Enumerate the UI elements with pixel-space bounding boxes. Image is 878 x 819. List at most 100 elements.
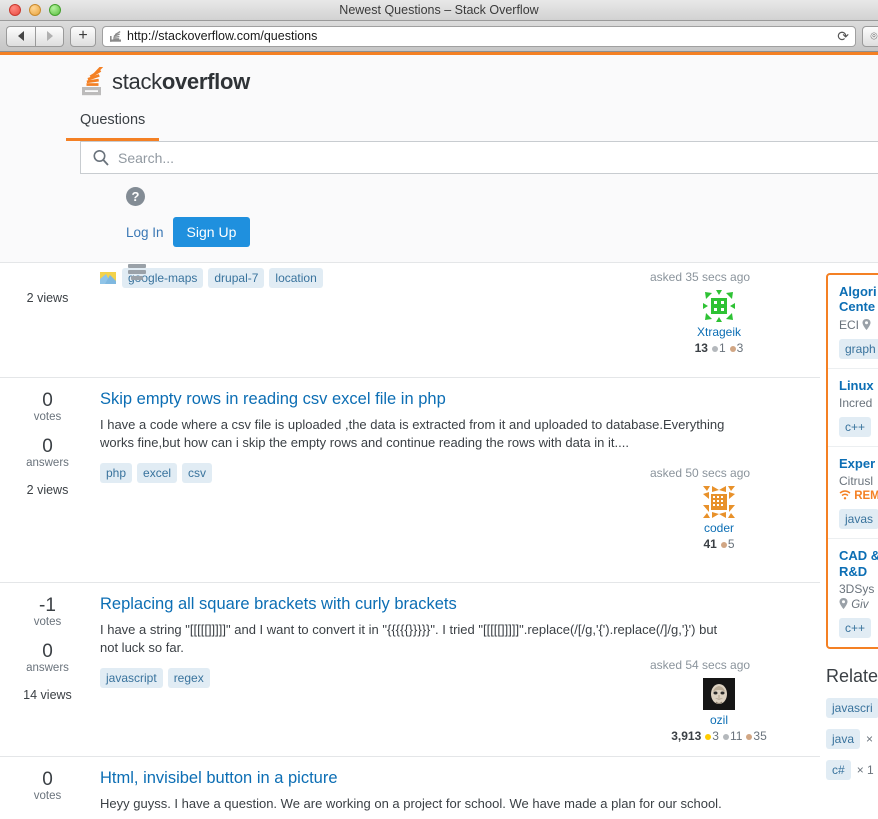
- job-title[interactable]: CAD & R&D: [839, 548, 878, 579]
- vote-count: 0: [42, 769, 53, 790]
- question-author: asked 35 secs ago Xtrageik 13 1 3: [644, 270, 794, 355]
- tag[interactable]: drupal-7: [208, 268, 265, 288]
- browser-window: Newest Questions – Stack Overflow + http…: [0, 0, 878, 819]
- tag[interactable]: php: [100, 462, 133, 483]
- nav-tab-questions[interactable]: Questions: [65, 112, 160, 141]
- avatar[interactable]: [703, 678, 735, 710]
- job-title[interactable]: Linux: [839, 378, 878, 393]
- job-remote-label: REM: [854, 490, 878, 503]
- page-favicon-icon: [110, 30, 121, 42]
- author-name[interactable]: coder: [644, 521, 794, 535]
- question-row[interactable]: -1 votes 0 answers 14 views Replacing al…: [0, 583, 820, 757]
- sidebar: Algori Cente ECI graph Linux Incred c++ …: [820, 263, 878, 818]
- login-button[interactable]: Log In: [126, 225, 164, 240]
- back-arrow-icon: [18, 31, 24, 41]
- tag[interactable]: c++: [839, 617, 872, 638]
- close-window-button[interactable]: [9, 4, 21, 16]
- job-listing[interactable]: CAD & R&D 3DSys Giv c++: [828, 539, 878, 647]
- signup-button[interactable]: Sign Up: [172, 217, 251, 247]
- question-row[interactable]: 0 votes 0 answers 2 views Skip empty row…: [0, 378, 820, 583]
- silver-badge-count: 11: [729, 729, 743, 743]
- url-text: http://stackoverflow.com/questions: [127, 29, 318, 43]
- tag[interactable]: c++: [839, 416, 872, 437]
- tag[interactable]: java: [826, 728, 861, 749]
- job-company-name: ECI: [839, 317, 860, 332]
- related-heading: Relate: [826, 665, 878, 686]
- help-icon[interactable]: ?: [126, 187, 145, 206]
- question-summary: google-maps drupal-7 location asked 35 s…: [95, 263, 820, 377]
- job-listing[interactable]: Algori Cente ECI graph: [828, 275, 878, 369]
- job-company: 3DSys: [839, 581, 875, 596]
- job-listing[interactable]: Linux Incred c++: [828, 369, 878, 447]
- vote-label: votes: [33, 410, 62, 423]
- job-listing[interactable]: Exper Citrusl REM javas: [828, 447, 878, 540]
- question-excerpt: I have a code where a csv file is upload…: [100, 416, 725, 450]
- tag[interactable]: c#: [826, 759, 851, 780]
- new-tab-button[interactable]: +: [70, 25, 96, 47]
- back-button[interactable]: [6, 25, 35, 47]
- remote-wifi-icon: [839, 490, 854, 502]
- address-bar[interactable]: http://stackoverflow.com/questions ⟳: [102, 25, 856, 47]
- related-item[interactable]: java ×: [826, 728, 878, 749]
- related-item[interactable]: c# × 1: [826, 759, 878, 780]
- job-tag-list: c++: [839, 416, 878, 437]
- bronze-badge-count: 5: [727, 537, 735, 551]
- nav-button-group: [6, 25, 64, 47]
- question-list: 2 views google-maps drupal-7 location as…: [0, 263, 820, 818]
- question-row[interactable]: 2 views google-maps drupal-7 location as…: [0, 263, 820, 378]
- job-title[interactable]: Algori Cente: [839, 284, 878, 315]
- tag[interactable]: graph: [839, 338, 878, 359]
- tag[interactable]: javascri: [826, 697, 878, 718]
- stackoverflow-logo-icon: [80, 64, 108, 97]
- answer-count: 0: [42, 640, 53, 662]
- author-reputation: 13 1 3: [644, 341, 794, 355]
- question-row[interactable]: 0 votes Html, invisibel button in a pict…: [0, 757, 820, 818]
- job-company: Incred: [839, 395, 873, 410]
- tag[interactable]: javascript: [100, 667, 163, 688]
- question-title-link[interactable]: Html, invisibel button in a picture: [100, 769, 338, 787]
- author-name[interactable]: ozil: [644, 713, 794, 727]
- toolbar-extra-button[interactable]: ⌾: [862, 25, 878, 47]
- job-tag-list: javas: [839, 509, 878, 530]
- job-location-label: Giv: [851, 598, 869, 611]
- tag[interactable]: javas: [839, 509, 878, 530]
- bronze-badge-icon: [720, 541, 727, 548]
- gold-badge-icon: [705, 733, 712, 740]
- reload-icon[interactable]: ⟳: [837, 29, 849, 43]
- author-reputation: 3,913 3 11 35: [644, 729, 794, 743]
- related-item[interactable]: javascri: [826, 697, 878, 718]
- minimize-window-button[interactable]: [29, 4, 41, 16]
- location-pin-icon: [862, 318, 871, 332]
- related-count: × 1: [856, 762, 874, 777]
- bronze-badge-count: 35: [753, 729, 767, 743]
- maximize-window-button[interactable]: [49, 4, 61, 16]
- bronze-badge-count: 3: [736, 341, 744, 355]
- question-author: asked 50 secs ago coder 41 5: [644, 466, 794, 551]
- job-title-line2: Cente: [839, 299, 876, 315]
- question-stats: 2 views: [0, 263, 95, 377]
- tag[interactable]: location: [269, 268, 323, 288]
- stacked-layers-icon: [128, 264, 146, 282]
- avatar[interactable]: [703, 486, 735, 518]
- question-author: asked 54 secs ago ozil 3,913 3 11 35: [644, 658, 794, 743]
- answer-count: 0: [42, 435, 53, 457]
- logo-text-light: stack: [112, 69, 162, 94]
- rep-value: 13: [694, 341, 708, 355]
- answer-label: answers: [26, 456, 69, 469]
- question-title-link[interactable]: Skip empty rows in reading csv excel fil…: [100, 390, 446, 408]
- question-title-link[interactable]: Replacing all square brackets with curly…: [100, 595, 457, 613]
- forward-arrow-icon: [46, 31, 53, 41]
- search-icon: [91, 148, 111, 173]
- forward-button[interactable]: [35, 25, 64, 47]
- silver-badge-icon: [711, 345, 718, 352]
- tag[interactable]: excel: [137, 462, 178, 483]
- traffic-lights: [9, 4, 61, 16]
- tag[interactable]: csv: [182, 462, 213, 483]
- search-input[interactable]: Search...: [80, 141, 878, 174]
- avatar[interactable]: [703, 290, 735, 322]
- bronze-badge-icon: [746, 733, 753, 740]
- author-name[interactable]: Xtrageik: [644, 325, 794, 339]
- tag[interactable]: regex: [167, 667, 210, 688]
- job-title[interactable]: Exper: [839, 456, 878, 471]
- stackoverflow-logo[interactable]: stackoverflow: [80, 64, 878, 97]
